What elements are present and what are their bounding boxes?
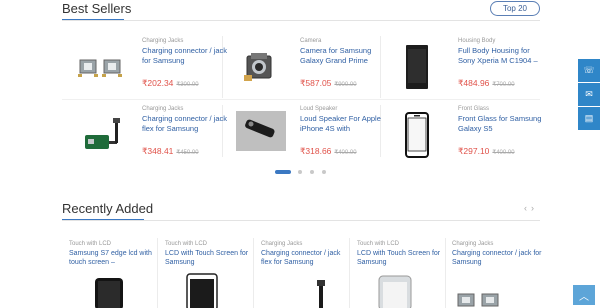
product-category: Housing Body xyxy=(458,38,496,44)
product-old-price: ₹700.00 xyxy=(492,82,515,88)
recent-product-card[interactable]: Charging Jacks Charging connector / jack… xyxy=(261,240,351,308)
product-old-price: ₹300.00 xyxy=(176,82,199,88)
section-divider xyxy=(62,20,540,21)
product-name-link[interactable]: Camera for Samsung Galaxy Grand Prime xyxy=(300,46,388,67)
phone-icon: ☏ xyxy=(583,65,595,75)
product-price: ₹484.96 xyxy=(458,78,490,88)
product-category: Touch with LCD xyxy=(69,241,112,247)
carousel-dot[interactable] xyxy=(298,170,302,174)
product-card[interactable]: Front Glass Front Glass for Samsung Gala… xyxy=(386,105,544,167)
product-price: ₹348.41 xyxy=(142,146,174,156)
chevron-left-icon[interactable]: ‹ xyxy=(524,203,531,213)
product-category: Charging Jacks xyxy=(142,106,184,112)
column-divider xyxy=(157,238,158,308)
product-category: Touch with LCD xyxy=(165,241,208,247)
carousel-arrows: ‹› xyxy=(524,203,538,213)
recent-product-card[interactable]: Charging Jacks Charging connector / jack… xyxy=(452,240,542,308)
clipboard-icon: ▤ xyxy=(584,113,594,123)
product-category: Front Glass xyxy=(458,106,490,112)
product-image[interactable] xyxy=(70,107,132,163)
row-divider xyxy=(62,99,540,100)
product-category: Charging Jacks xyxy=(142,38,184,44)
product-old-price: ₹400.00 xyxy=(334,150,357,156)
product-category: Touch with LCD xyxy=(357,241,400,247)
product-name-link[interactable]: Charging connector / jack for Samsung xyxy=(142,46,230,67)
back-to-top-button[interactable]: ︿ xyxy=(573,285,595,305)
product-image[interactable] xyxy=(261,270,351,308)
product-card[interactable]: Charging Jacks Charging connector / jack… xyxy=(70,37,228,99)
carousel-dot[interactable] xyxy=(322,170,326,174)
product-name-link[interactable]: Front Glass for Samsung Galaxy S5 xyxy=(458,114,546,135)
product-price: ₹297.10 xyxy=(458,146,490,156)
product-image[interactable] xyxy=(228,39,290,95)
column-divider xyxy=(445,238,446,308)
product-category: Loud Speaker xyxy=(300,106,338,112)
product-image[interactable] xyxy=(165,270,255,308)
product-price: ₹318.66 xyxy=(300,146,332,156)
product-image[interactable] xyxy=(70,39,132,95)
product-name-link[interactable]: Loud Speaker For Apple iPhone 4S with xyxy=(300,114,388,135)
product-old-price: ₹900.00 xyxy=(334,82,357,88)
product-card[interactable]: Charging Jacks Charging connector / jack… xyxy=(70,105,228,167)
product-category: Camera xyxy=(300,38,322,44)
product-price: ₹202.34 xyxy=(142,78,174,88)
product-name-link[interactable]: LCD with Touch Screen for Samsung xyxy=(357,249,447,267)
product-name-link[interactable]: Full Body Housing for Sony Xperia M C190… xyxy=(458,46,546,67)
product-image[interactable] xyxy=(357,270,447,308)
product-old-price: ₹400.00 xyxy=(492,150,515,156)
clipboard-button[interactable]: ▤ xyxy=(578,107,600,130)
product-price: ₹587.05 xyxy=(300,78,332,88)
product-image[interactable] xyxy=(386,107,448,163)
mail-button[interactable]: ✉ xyxy=(578,83,600,106)
product-name-link[interactable]: Samsung S7 edge lcd with touch screen – xyxy=(69,249,159,267)
carousel-dot[interactable] xyxy=(310,170,314,174)
product-name-link[interactable]: Charging connector / jack flex for Samsu… xyxy=(142,114,230,135)
recent-product-card[interactable]: Touch with LCD LCD with Touch Screen for… xyxy=(165,240,255,308)
page: Best Sellers Top 20 Charging Jacks Charg… xyxy=(0,0,600,308)
product-name-link[interactable]: Charging connector / jack for Samsung xyxy=(452,249,542,267)
product-name-link[interactable]: LCD with Touch Screen for Samsung xyxy=(165,249,255,267)
carousel-dot-active[interactable] xyxy=(275,170,291,174)
recent-product-card[interactable]: Touch with LCD LCD with Touch Screen for… xyxy=(357,240,447,308)
mail-icon: ✉ xyxy=(585,89,593,99)
product-image[interactable] xyxy=(236,111,286,151)
arrow-up-icon: ︿ xyxy=(579,291,589,303)
section-divider xyxy=(62,220,540,221)
chevron-right-icon[interactable]: › xyxy=(531,203,538,213)
column-divider xyxy=(253,238,254,308)
product-name-link[interactable]: Charging connector / jack flex for Samsu… xyxy=(261,249,351,267)
product-image[interactable] xyxy=(452,270,542,308)
recent-product-card[interactable]: Touch with LCD Samsung S7 edge lcd with … xyxy=(69,240,159,308)
product-category: Charging Jacks xyxy=(452,241,494,247)
column-divider xyxy=(349,238,350,308)
product-old-price: ₹450.00 xyxy=(176,150,199,156)
best-sellers-title: Best Sellers xyxy=(62,1,132,16)
recently-added-title: Recently Added xyxy=(62,201,154,216)
product-image[interactable] xyxy=(69,270,159,308)
product-image[interactable] xyxy=(386,39,448,95)
product-card[interactable]: Camera Camera for Samsung Galaxy Grand P… xyxy=(228,37,386,99)
phone-button[interactable]: ☏ xyxy=(578,59,600,82)
top-20-button[interactable]: Top 20 xyxy=(490,1,540,16)
product-card[interactable]: Loud Speaker Loud Speaker For Apple iPho… xyxy=(228,105,386,167)
product-card[interactable]: Housing Body Full Body Housing for Sony … xyxy=(386,37,544,99)
product-category: Charging Jacks xyxy=(261,241,303,247)
